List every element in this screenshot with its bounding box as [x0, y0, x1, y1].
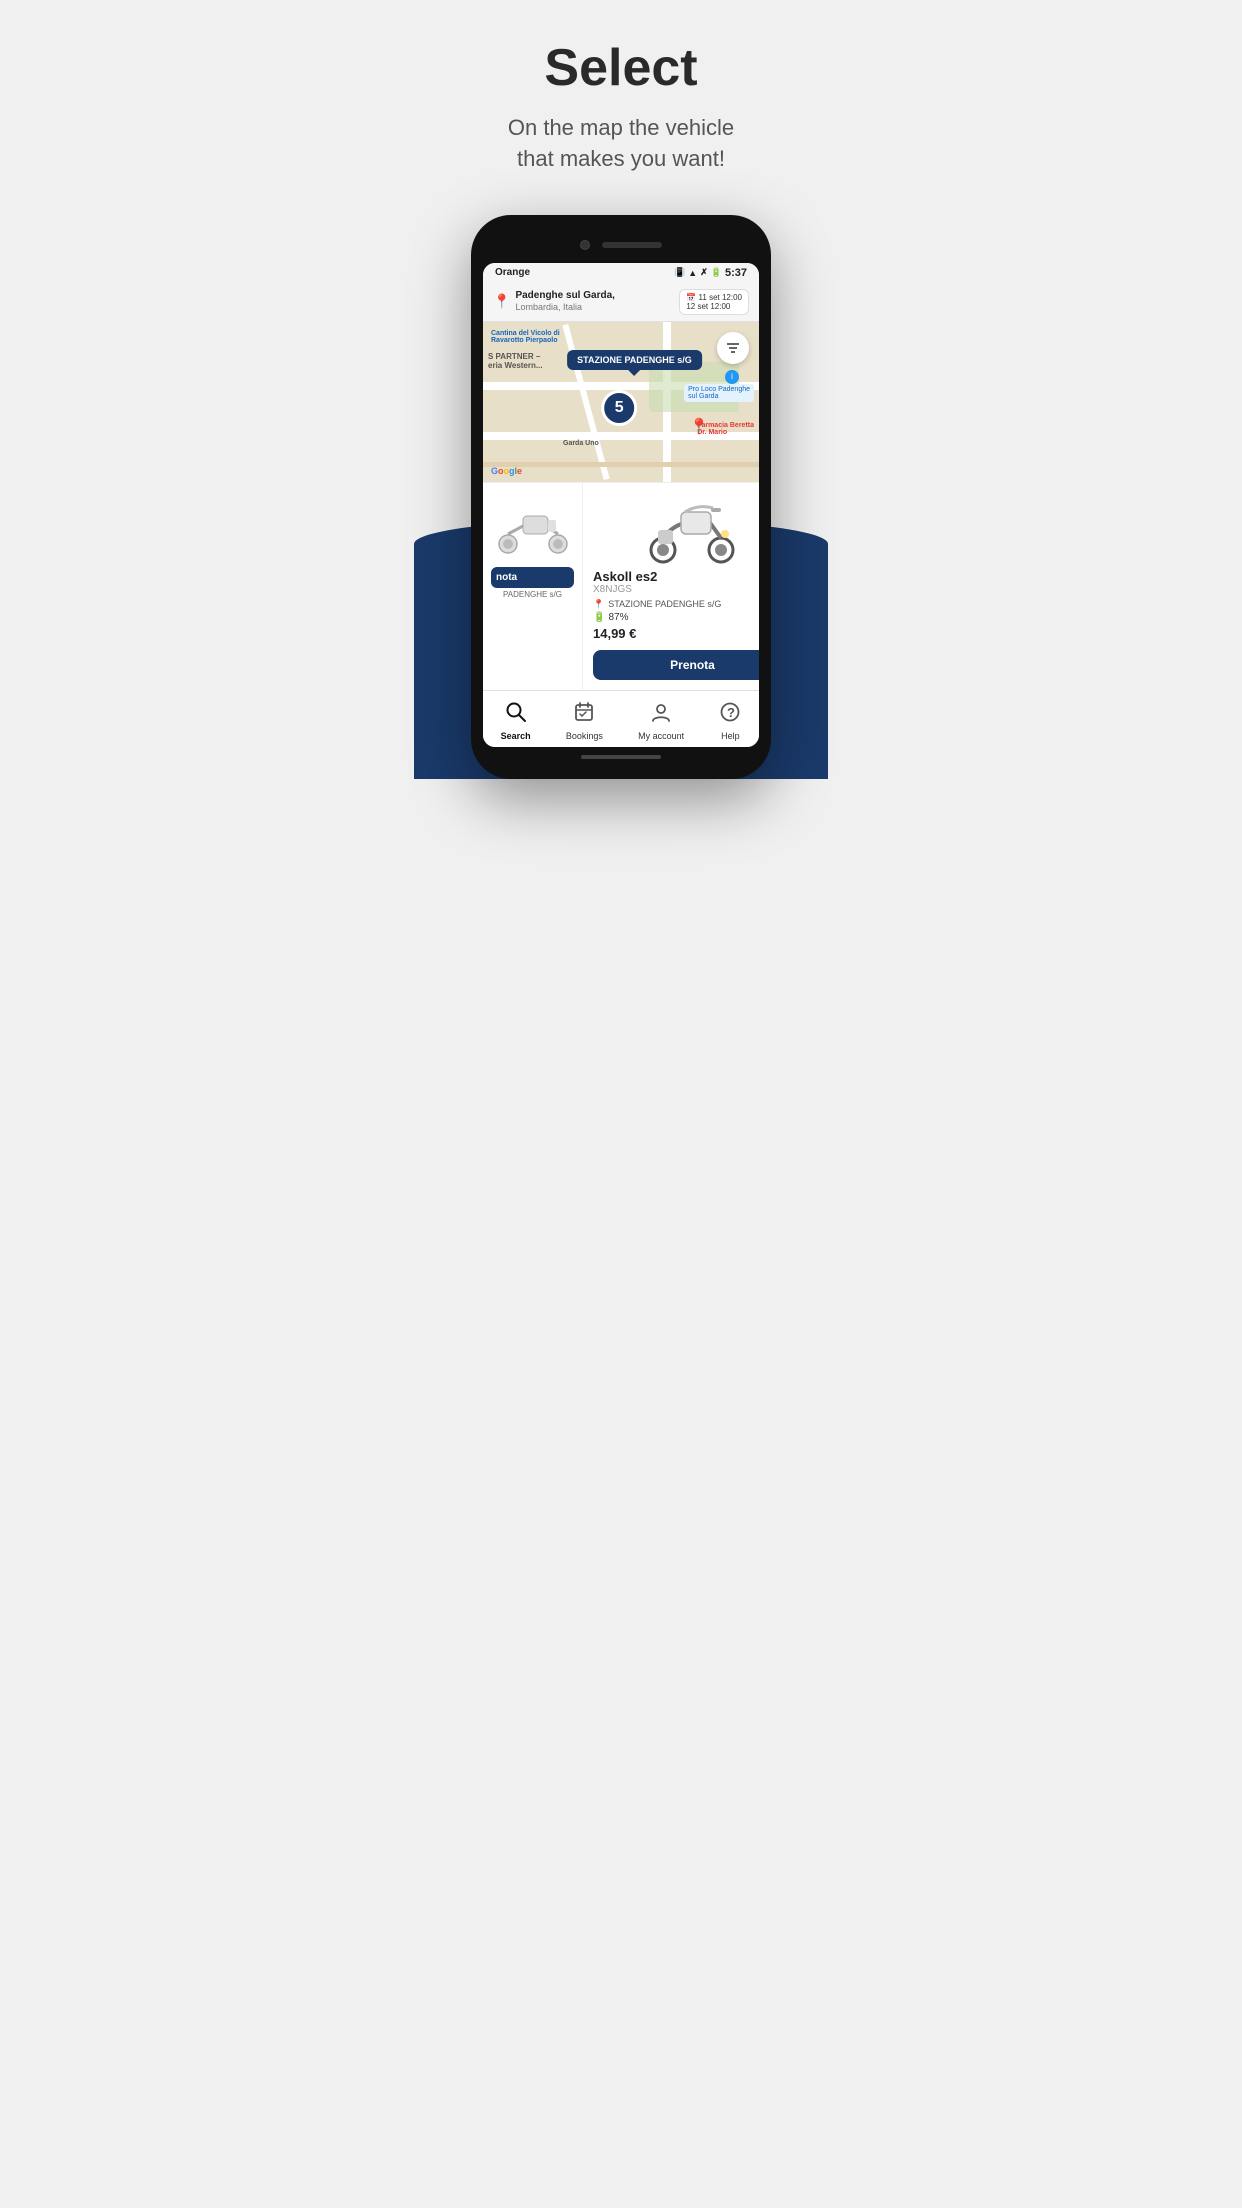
scooter-icon-left	[493, 496, 573, 556]
search-icon	[505, 701, 527, 729]
prenota-btn-left[interactable]: nota	[491, 567, 574, 588]
vehicle-card-left: nota PADENGHE s/G	[483, 483, 583, 690]
prenota-button-main[interactable]: Prenota	[593, 650, 759, 680]
bottom-nav: Search	[483, 690, 759, 747]
battery-bar-icon: 🔋	[593, 612, 605, 623]
vehicle-station-main: STAZIONE PADENGHE s/G	[608, 599, 721, 609]
scooter-icon-main	[638, 490, 748, 565]
status-icons: 📳 ▲ ✗ 🔋 5:37	[674, 267, 747, 279]
account-icon	[650, 701, 672, 729]
nav-search[interactable]: Search	[493, 699, 539, 743]
pro-loco-label: Pro Loco Padenghesul Garda	[684, 384, 754, 402]
svg-text:?: ?	[727, 705, 735, 720]
location-text: Padenghe sul Garda, Lombardia, Italia	[515, 289, 614, 314]
station-label-left: PADENGHE s/G	[491, 590, 574, 599]
vehicle-name-main: Askoll es2	[593, 569, 759, 584]
nav-account[interactable]: My account	[630, 699, 692, 743]
signal-icon: ▲	[688, 268, 697, 278]
phone-camera	[580, 240, 590, 250]
location-city: Padenghe sul Garda,	[515, 289, 614, 302]
filter-icon	[725, 340, 741, 356]
date-start: 11 set 12:00	[699, 293, 742, 302]
date-end: 12 set 12:00	[686, 302, 730, 311]
page-wrapper: Select On the map the vehiclethat makes …	[414, 0, 828, 779]
location-bar[interactable]: 📍 Padenghe sul Garda, Lombardia, Italia …	[483, 283, 759, 322]
phone-bottom-bar	[483, 747, 759, 767]
battery-icon: 🔋	[711, 267, 722, 278]
page-subtitle: On the map the vehiclethat makes you wan…	[434, 113, 808, 175]
clock: 5:37	[725, 267, 747, 279]
nav-help-label: Help	[721, 731, 740, 741]
carrier-label: Orange	[495, 267, 530, 278]
farmacia-label: Farmacia BerettaDr. Mario	[697, 422, 754, 436]
nav-bookings-label: Bookings	[566, 731, 603, 741]
vehicle-list: nota PADENGHE s/G	[483, 482, 759, 690]
vehicle-image-left	[491, 491, 574, 561]
vehicle-price-main: 14,99 €	[593, 626, 759, 641]
map-area[interactable]: S PARTNER –eria Western... Cantina del V…	[483, 322, 759, 482]
header-section: Select On the map the vehiclethat makes …	[414, 0, 828, 205]
home-indicator	[581, 755, 661, 759]
pro-loco-icon: i	[725, 370, 739, 384]
station-bubble[interactable]: STAZIONE PADENGHE s/G	[567, 350, 702, 370]
location-pin-icon: 📍	[493, 293, 510, 310]
wifi-off-icon: ✗	[700, 267, 708, 278]
vehicle-battery-main: 87%	[608, 612, 628, 623]
station-bubble-text: STAZIONE PADENGHE s/G	[577, 355, 692, 365]
phone-speaker	[602, 242, 662, 248]
vehicle-image-main	[593, 493, 759, 563]
vehicle-battery-row: 🔋 87%	[593, 612, 759, 623]
bookings-icon	[573, 701, 595, 729]
location-left: 📍 Padenghe sul Garda, Lombardia, Italia	[493, 289, 615, 314]
vibrate-icon: 📳	[674, 267, 685, 278]
phone-screen: Orange 📳 ▲ ✗ 🔋 5:37 📍 Padenghe sul Ga	[483, 263, 759, 747]
date-range-box[interactable]: 📅 11 set 12:00 12 set 12:00	[679, 289, 749, 315]
map-road	[483, 462, 759, 467]
google-logo: Google	[491, 466, 522, 476]
station-pin-icon: 📍	[593, 599, 604, 610]
vehicle-count: 5	[615, 399, 624, 417]
calendar-icon: 📅	[686, 293, 696, 302]
map-label-partner: S PARTNER –eria Western...	[488, 352, 543, 370]
map-label-cantina: Cantina del Vicolo diRavarotto Pierpaolo	[491, 330, 560, 344]
nav-account-label: My account	[638, 731, 684, 741]
help-icon: ?	[719, 701, 741, 729]
garda-uno-label: Garda Uno	[563, 440, 599, 447]
nav-bookings[interactable]: Bookings	[558, 699, 611, 743]
phone-top-bar	[483, 227, 759, 263]
page-title: Select	[434, 40, 808, 97]
status-bar: Orange 📳 ▲ ✗ 🔋 5:37	[483, 263, 759, 283]
vehicle-count-circle[interactable]: 5	[601, 390, 637, 426]
vehicle-card-main: Askoll es2 X8NJGS 📍 STAZIONE PADENGHE s/…	[583, 483, 759, 690]
filter-button[interactable]	[717, 332, 749, 364]
phone-mockup: Orange 📳 ▲ ✗ 🔋 5:37 📍 Padenghe sul Ga	[471, 215, 771, 779]
nav-help[interactable]: ? Help	[711, 699, 749, 743]
vehicle-id-main: X8NJGS	[593, 584, 759, 595]
nav-search-label: Search	[501, 731, 531, 741]
vehicle-station-row: 📍 STAZIONE PADENGHE s/G	[593, 599, 759, 610]
phone-container: Orange 📳 ▲ ✗ 🔋 5:37 📍 Padenghe sul Ga	[414, 215, 828, 779]
location-region: Lombardia, Italia	[515, 302, 614, 314]
